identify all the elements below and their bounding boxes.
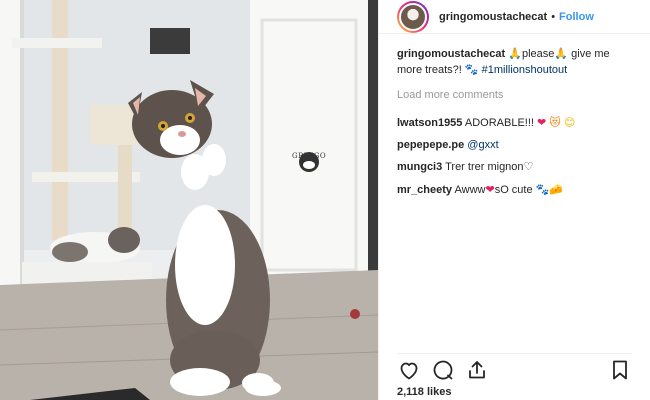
header-username[interactable]: gringomoustachecat xyxy=(439,11,547,23)
cat-photo-illustration xyxy=(0,0,378,400)
heart-eyes-cat-emoji-icon: 😻 xyxy=(549,116,561,129)
comment-username[interactable]: mr_cheety xyxy=(397,184,452,196)
post-caption: gringomoustachecat 🙏please🙏 give me more… xyxy=(397,46,632,78)
heart-outline-icon[interactable] xyxy=(397,358,421,382)
comment-mention[interactable]: @gxxt xyxy=(464,139,498,151)
comment-item: lwatson1955 ADORABLE!!! ❤ 😻 😊 xyxy=(397,115,632,131)
cheese-emoji-icon: 🧀 xyxy=(549,183,564,196)
header-separator: • xyxy=(551,10,556,23)
follow-button[interactable]: Follow xyxy=(559,11,594,23)
load-more-comments-button[interactable]: Load more comments xyxy=(397,88,632,103)
post-side-panel: gringomoustachecat • Follow gringomousta… xyxy=(378,0,650,400)
likes-count[interactable]: 2,118 likes xyxy=(397,386,451,398)
bookmark-icon[interactable] xyxy=(608,358,632,382)
smiling-face-emoji-icon: 😊 xyxy=(563,116,576,129)
caption-username[interactable]: gringomoustachecat xyxy=(397,48,505,60)
speech-bubble-icon[interactable] xyxy=(431,358,455,382)
comment-item: mr_cheety Awww❤sO cute 🐾🧀 xyxy=(397,182,632,198)
instagram-post: GRINGO gringomoustachecat • Follow gring… xyxy=(0,0,650,400)
paw-prints-emoji-icon: 🐾 xyxy=(535,183,550,196)
heart-emoji-icon: ❤ xyxy=(485,183,495,196)
post-photo[interactable]: GRINGO xyxy=(0,0,378,400)
comment-username[interactable]: pepepepe.pe xyxy=(397,139,464,151)
avatar-story-ring[interactable] xyxy=(397,0,429,33)
post-header: gringomoustachecat • Follow xyxy=(379,0,650,34)
comment-text: Awww xyxy=(452,184,486,196)
praying-hands-emoji-icon: 🙏 xyxy=(554,47,569,60)
comment-item: mungci3 Trer trer mignon♡ xyxy=(397,160,632,175)
comments-section: gringomoustachecat 🙏please🙏 give me more… xyxy=(379,34,650,198)
comment-text: Trer trer mignon♡ xyxy=(442,161,534,173)
post-actions-bar xyxy=(397,353,632,379)
photo-watermark: GRINGO xyxy=(292,152,327,160)
paw-prints-emoji-icon: 🐾 xyxy=(464,63,479,76)
comment-username[interactable]: mungci3 xyxy=(397,161,442,173)
comment-username[interactable]: lwatson1955 xyxy=(397,117,462,129)
caption-text-b: please xyxy=(521,48,555,60)
caption-hashtag[interactable]: #1millionshoutout xyxy=(479,64,568,76)
comment-text-2: sO cute xyxy=(494,184,533,196)
comment-item: pepepepe.pe @gxxt xyxy=(397,138,632,153)
praying-hands-emoji-icon: 🙏 xyxy=(508,47,522,60)
comment-text: ADORABLE!!! xyxy=(462,117,538,129)
avatar[interactable] xyxy=(399,2,427,31)
heart-emoji-icon: ❤ xyxy=(537,116,547,129)
share-icon[interactable] xyxy=(465,358,489,382)
